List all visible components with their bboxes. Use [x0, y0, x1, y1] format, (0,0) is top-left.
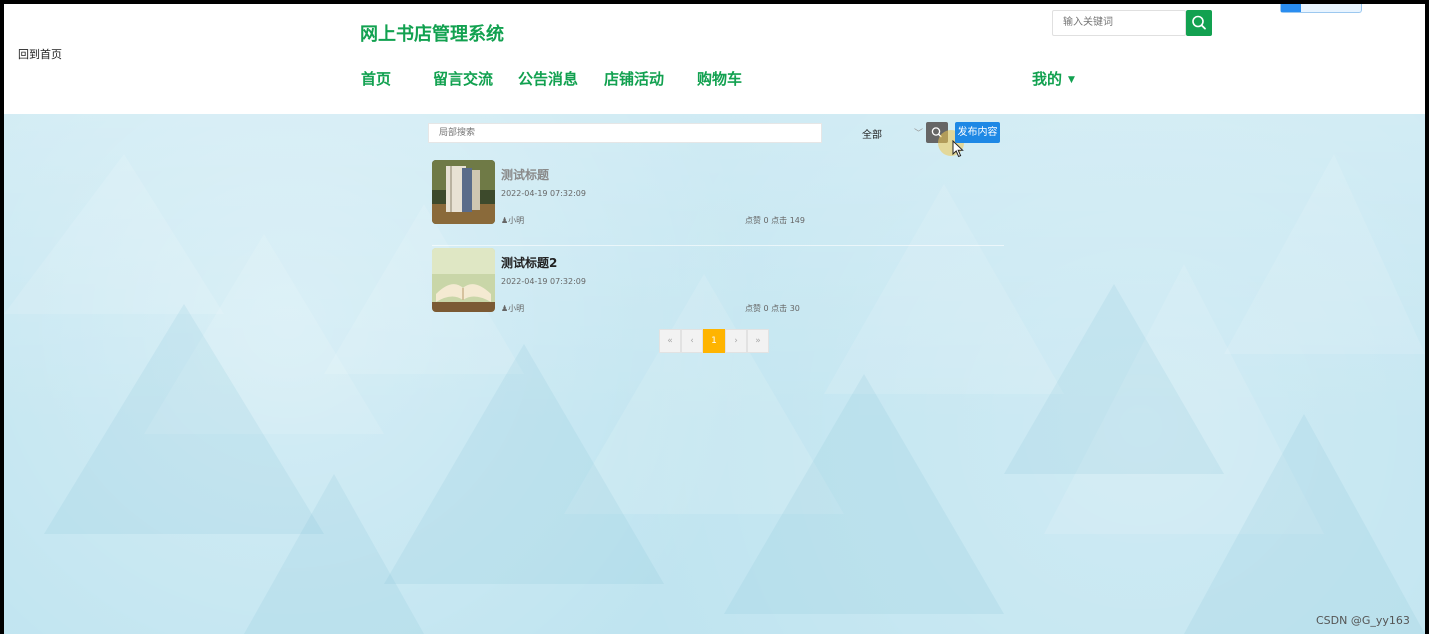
post-date: 2022-04-19 07:32:09 [501, 277, 586, 286]
post-author-name: 小明 [508, 216, 525, 225]
local-search-input[interactable] [437, 127, 817, 139]
local-search-field[interactable] [428, 123, 822, 143]
post-title[interactable]: 测试标题 [501, 166, 549, 183]
nav-item-home[interactable]: 首页 [361, 68, 391, 89]
post-stats: 点赞 0 点击 30 [745, 304, 800, 313]
header-search-button[interactable] [1186, 10, 1212, 36]
open-book-photo-icon [432, 248, 495, 312]
post-date: 2022-04-19 07:32:09 [501, 189, 586, 198]
my-account-label: 我的 [1032, 70, 1063, 88]
my-account-menu[interactable]: 我的 ▼ [1032, 68, 1075, 89]
post-author-name: 小明 [508, 304, 525, 313]
badge-logo-icon [1281, 4, 1301, 12]
caret-down-icon: ▼ [1068, 74, 1075, 85]
post-stats: 点赞 0 点击 149 [745, 216, 805, 225]
site-title: 网上书店管理系统 [360, 24, 504, 45]
watermark-text: CSDN @G_yy163 [1316, 614, 1410, 627]
page-prev-button[interactable]: ‹ [681, 329, 703, 353]
post-thumbnail[interactable] [432, 248, 495, 312]
search-icon [1192, 15, 1206, 30]
post-author: ♟小明 [501, 215, 524, 226]
keyword-search-input[interactable] [1061, 16, 1181, 29]
page-next-button[interactable]: › [725, 329, 747, 353]
post-author: ♟小明 [501, 303, 524, 314]
nav-item-notices[interactable]: 公告消息 [518, 68, 578, 89]
post-item[interactable]: 测试标题2 2022-04-19 07:32:09 ♟小明 点赞 0 点击 30 [432, 248, 1004, 328]
keyword-search-field[interactable] [1052, 10, 1186, 36]
nav-item-cart[interactable]: 购物车 [697, 68, 742, 89]
floating-badge[interactable] [1280, 4, 1362, 13]
top-header: 回到首页 网上书店管理系统 首页 留言交流 公告消息 店铺活动 购物车 我的 ▼ [4, 4, 1425, 114]
nav-item-messages[interactable]: 留言交流 [433, 68, 493, 89]
book-photo-icon [432, 160, 495, 224]
chevron-down-icon: ﹀ [914, 129, 924, 139]
page-current-button[interactable]: 1 [703, 329, 725, 353]
mouse-cursor-icon [952, 140, 964, 158]
list-divider [432, 245, 1004, 246]
page-first-button[interactable]: « [659, 329, 681, 353]
browser-viewport: 回到首页 网上书店管理系统 首页 留言交流 公告消息 店铺活动 购物车 我的 ▼ [4, 4, 1425, 634]
post-thumbnail[interactable] [432, 160, 495, 224]
page-last-button[interactable]: » [747, 329, 769, 353]
nav-item-activities[interactable]: 店铺活动 [604, 68, 664, 89]
category-select[interactable]: 全部 [862, 126, 882, 141]
post-item[interactable]: 测试标题 2022-04-19 07:32:09 ♟小明 点赞 0 点击 149 [432, 160, 1004, 240]
post-title[interactable]: 测试标题2 [501, 254, 557, 271]
back-home-link[interactable]: 回到首页 [18, 46, 62, 62]
